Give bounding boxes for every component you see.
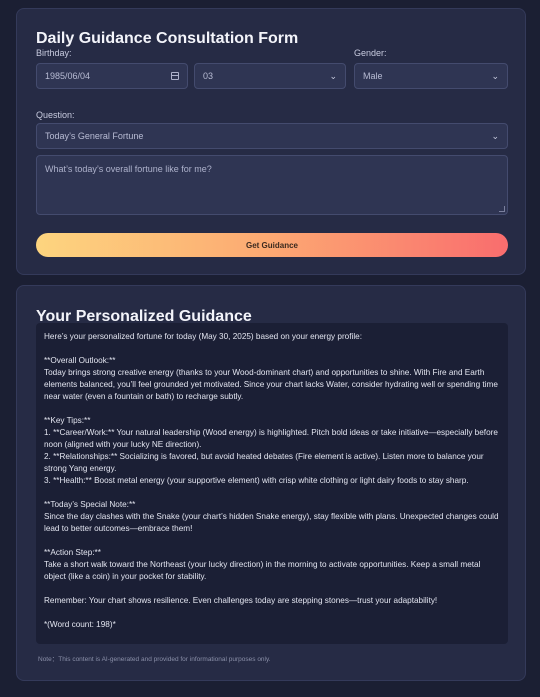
form-title: Daily Guidance Consultation Form bbox=[36, 30, 299, 47]
guidance-line: **Key Tips:** bbox=[44, 416, 91, 425]
get-guidance-button[interactable]: Get Guidance bbox=[36, 233, 508, 257]
consultation-form-card: Daily Guidance Consultation Form Birthda… bbox=[16, 8, 526, 275]
birth-hour-select[interactable]: 03 ⌄ bbox=[194, 63, 346, 89]
gender-select[interactable]: Male ⌄ bbox=[354, 63, 508, 89]
gender-value: Male bbox=[363, 71, 383, 81]
guidance-line: 3. **Health:** Boost metal energy (your … bbox=[44, 476, 469, 485]
guidance-line: Take a short walk toward the Northeast (… bbox=[44, 560, 481, 581]
guidance-line: **Overall Outlook:** bbox=[44, 356, 116, 365]
question-textarea[interactable]: What’s today’s overall fortune like for … bbox=[36, 155, 508, 215]
resize-handle-icon[interactable] bbox=[499, 206, 505, 212]
birthday-date-input[interactable]: 1985/06/04 bbox=[36, 63, 188, 89]
ai-disclaimer-note: Note：This content is AI-generated and pr… bbox=[38, 656, 271, 663]
guidance-line: Here’s your personalized fortune for tod… bbox=[44, 332, 362, 341]
guidance-line: Today brings strong creative energy (tha… bbox=[44, 368, 498, 401]
chevron-down-icon: ⌄ bbox=[491, 70, 499, 81]
question-text: What’s today’s overall fortune like for … bbox=[45, 164, 212, 174]
birth-hour-value: 03 bbox=[203, 71, 214, 81]
guidance-line: **Today’s Special Note:** bbox=[44, 500, 136, 509]
question-label: Question: bbox=[36, 110, 75, 120]
guidance-line: *(Word count: 198)* bbox=[44, 620, 116, 629]
gender-label: Gender: bbox=[354, 48, 387, 58]
guidance-line: 1. **Career/Work:** Your natural leaders… bbox=[44, 428, 498, 449]
question-type-select[interactable]: Today’s General Fortune ⌄ bbox=[36, 123, 508, 149]
birthday-value: 1985/06/04 bbox=[45, 71, 91, 81]
question-type-value: Today’s General Fortune bbox=[45, 131, 144, 141]
birthday-label: Birthday: bbox=[36, 48, 72, 58]
guidance-result-card: Your Personalized Guidance Here’s your p… bbox=[16, 285, 526, 681]
guidance-line: **Action Step:** bbox=[44, 548, 101, 557]
chevron-down-icon: ⌄ bbox=[491, 130, 499, 141]
calendar-icon[interactable] bbox=[171, 72, 179, 80]
guidance-line: Since the day clashes with the Snake (yo… bbox=[44, 512, 499, 533]
guidance-output: Here’s your personalized fortune for tod… bbox=[36, 323, 508, 644]
guidance-line: Remember: Your chart shows resilience. E… bbox=[44, 596, 438, 605]
guidance-line: 2. **Relationships:** Socializing is fav… bbox=[44, 452, 484, 473]
chevron-down-icon: ⌄ bbox=[329, 70, 337, 81]
